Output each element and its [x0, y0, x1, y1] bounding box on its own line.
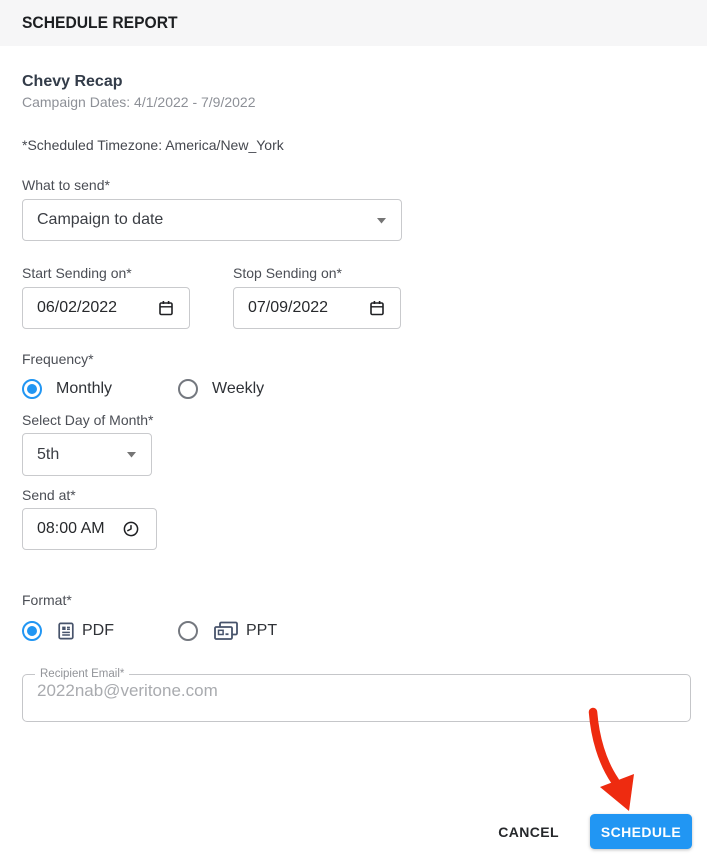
pdf-document-icon [56, 621, 76, 641]
start-sending-label: Start Sending on* [22, 265, 233, 282]
stop-date-value: 07/09/2022 [248, 299, 328, 317]
radio-monthly[interactable] [22, 379, 42, 399]
send-at-label: Send at* [22, 487, 685, 504]
day-of-month-label: Select Day of Month* [22, 412, 685, 429]
format-ppt-label: PPT [246, 622, 277, 640]
recipient-email-field: Recipient Email* [22, 668, 691, 722]
ppt-slides-icon [212, 620, 240, 642]
day-of-month-value: 5th [37, 446, 59, 464]
dialog-title: SCHEDULE REPORT [22, 13, 178, 33]
dialog-header: SCHEDULE REPORT [0, 0, 707, 46]
what-to-send-value: Campaign to date [37, 211, 163, 229]
what-to-send-select[interactable]: Campaign to date [22, 199, 402, 241]
start-date-input[interactable]: 06/02/2022 [22, 287, 190, 329]
stop-date-input[interactable]: 07/09/2022 [233, 287, 401, 329]
radio-ppt[interactable] [178, 621, 198, 641]
what-to-send-label: What to send* [22, 177, 685, 194]
chevron-down-icon[interactable] [126, 451, 137, 458]
calendar-icon[interactable] [368, 299, 386, 317]
format-option-pdf[interactable]: PDF [22, 621, 178, 641]
recipient-email-label: Recipient Email* [35, 668, 129, 680]
send-at-time-input[interactable]: 08:00 AM [22, 508, 157, 550]
dialog-actions: CANCEL SCHEDULE [22, 814, 692, 849]
format-pdf-label: PDF [82, 622, 114, 640]
frequency-option-monthly[interactable]: Monthly [22, 379, 178, 399]
clock-icon[interactable] [122, 520, 140, 538]
frequency-options: Monthly Weekly [22, 379, 685, 399]
radio-monthly-label: Monthly [56, 380, 112, 398]
cancel-button[interactable]: CANCEL [498, 824, 559, 840]
recipient-email-input[interactable] [29, 680, 649, 711]
format-option-ppt[interactable]: PPT [178, 620, 277, 642]
day-of-month-select[interactable]: 5th [22, 433, 152, 476]
format-label: Format* [22, 592, 685, 609]
start-date-value: 06/02/2022 [37, 299, 117, 317]
format-options: PDF PPT [22, 620, 685, 642]
send-at-value: 08:00 AM [37, 520, 105, 538]
timezone-note: *Scheduled Timezone: America/New_York [22, 137, 685, 154]
calendar-icon[interactable] [157, 299, 175, 317]
chevron-down-icon[interactable] [376, 217, 387, 224]
report-name: Chevy Recap [22, 72, 685, 91]
schedule-button[interactable]: SCHEDULE [590, 814, 692, 849]
schedule-report-form: Chevy Recap Campaign Dates: 4/1/2022 - 7… [0, 72, 707, 849]
radio-pdf[interactable] [22, 621, 42, 641]
frequency-option-weekly[interactable]: Weekly [178, 379, 264, 399]
stop-sending-label: Stop Sending on* [233, 265, 342, 282]
frequency-label: Frequency* [22, 351, 685, 368]
radio-weekly-label: Weekly [212, 380, 264, 398]
campaign-dates: Campaign Dates: 4/1/2022 - 7/9/2022 [22, 94, 685, 111]
radio-weekly[interactable] [178, 379, 198, 399]
